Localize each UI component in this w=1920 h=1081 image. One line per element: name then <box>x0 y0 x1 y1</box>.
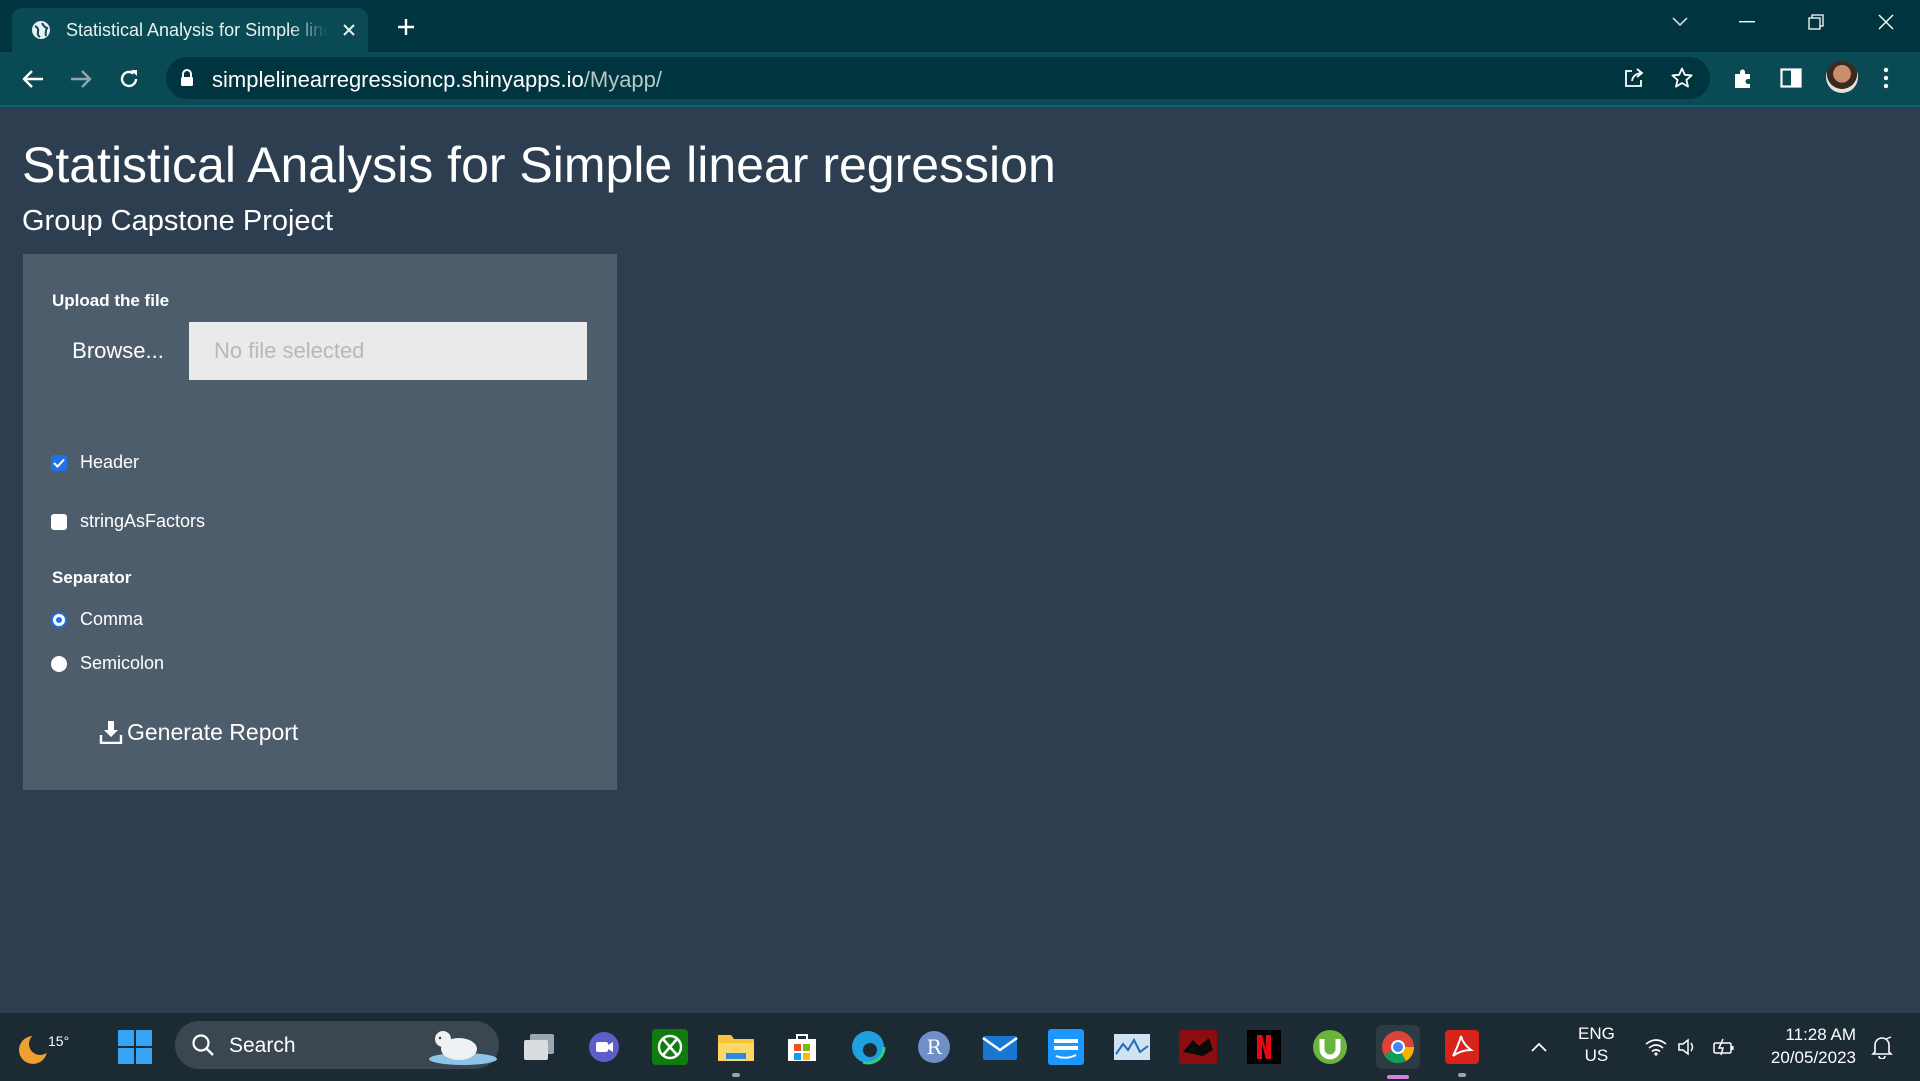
radio-semicolon[interactable] <box>51 655 67 672</box>
show-hidden-icons-chevron-up-icon[interactable] <box>1519 1027 1559 1067</box>
edge-browser-icon[interactable] <box>848 1027 888 1067</box>
bookmark-star-icon[interactable] <box>1670 66 1694 90</box>
clock-date: 20/05/2023 <box>1770 1048 1856 1067</box>
resource-monitor-icon[interactable] <box>1112 1027 1152 1067</box>
notification-bell-icon[interactable] <box>1862 1027 1902 1067</box>
taskbar: 15° Search R ENG US 11:28 AM 20/05/2023 <box>0 1012 1920 1081</box>
header-checkbox[interactable] <box>51 454 67 471</box>
more-menu-icon[interactable] <box>1873 65 1899 91</box>
region-code: US <box>1584 1046 1609 1065</box>
running-indicator <box>1458 1073 1466 1077</box>
xbox-icon[interactable] <box>650 1027 690 1067</box>
header-checkbox-label: Header <box>80 452 140 472</box>
radio-comma-row[interactable]: Comma <box>51 609 143 630</box>
start-windows-icon[interactable] <box>115 1027 155 1067</box>
file-explorer-icon[interactable] <box>716 1027 756 1077</box>
url-text[interactable]: simplelinearregressioncp.shinyapps.io/My… <box>212 67 662 93</box>
file-name-field[interactable] <box>189 322 587 380</box>
taskbar-search[interactable]: Search <box>175 1021 499 1069</box>
radio-comma[interactable] <box>51 611 67 628</box>
weather-temperature: 15° <box>48 1033 70 1049</box>
stringsasfactors-checkbox[interactable] <box>51 513 67 530</box>
volume-icon[interactable] <box>1668 1027 1708 1067</box>
minimize-icon[interactable] <box>1727 8 1767 36</box>
download-icon <box>99 720 123 744</box>
weather-widget[interactable]: 15° <box>14 1025 69 1069</box>
game-app-icon[interactable] <box>1178 1027 1218 1067</box>
language-code: ENG <box>1578 1024 1615 1043</box>
weather-moon-icon <box>19 1033 50 1064</box>
tab-title: Statistical Analysis for Simple linear r… <box>66 19 328 40</box>
radio-semicolon-row[interactable]: Semicolon <box>51 653 164 674</box>
system-clock[interactable]: 11:28 AM 20/05/2023 <box>1760 1023 1856 1069</box>
side-panel-icon[interactable] <box>1778 65 1804 91</box>
browser-toolbar: simplelinearregressioncp.shinyapps.io/My… <box>0 52 1920 107</box>
browse-button[interactable]: Browse... <box>51 322 185 380</box>
profile-avatar[interactable] <box>1826 61 1858 93</box>
separator-label: Separator <box>52 568 132 587</box>
task-view-icon[interactable] <box>519 1027 559 1067</box>
stringsasfactors-checkbox-label: stringAsFactors <box>80 511 206 531</box>
r-language-icon[interactable]: R <box>914 1027 954 1067</box>
page-subtitle: Group Capstone Project <box>22 205 334 237</box>
header-checkbox-row[interactable]: Header <box>51 452 139 473</box>
restore-icon[interactable] <box>1796 8 1836 36</box>
forward-arrow-icon[interactable] <box>66 64 96 94</box>
url-host: simplelinearregressioncp.shinyapps.io <box>212 67 584 92</box>
browser-tabstrip: Statistical Analysis for Simple linear r… <box>0 0 1920 52</box>
search-icon <box>192 1034 214 1056</box>
svg-text:R: R <box>926 1035 942 1059</box>
polar-bear-icon <box>429 1031 497 1065</box>
chrome-taskbar-icon[interactable] <box>1376 1025 1420 1079</box>
battery-charging-icon[interactable] <box>1704 1027 1744 1067</box>
netflix-icon[interactable] <box>1244 1027 1284 1067</box>
lock-icon[interactable] <box>180 69 194 92</box>
globe-icon <box>30 19 52 41</box>
back-arrow-icon[interactable] <box>18 64 48 94</box>
radio-semicolon-label: Semicolon <box>80 653 165 673</box>
page-title: Statistical Analysis for Simple linear r… <box>22 137 1056 193</box>
teams-chat-icon[interactable] <box>584 1027 624 1067</box>
generate-report-label: Generate Report <box>127 718 299 745</box>
extensions-icon[interactable] <box>1730 65 1756 91</box>
reload-icon[interactable] <box>114 64 144 94</box>
search-label: Search <box>229 1034 296 1057</box>
stringsasfactors-checkbox-row[interactable]: stringAsFactors <box>51 511 205 532</box>
browser-tab[interactable]: Statistical Analysis for Simple linear r… <box>12 8 368 52</box>
mail-icon[interactable] <box>980 1027 1020 1067</box>
active-indicator <box>1387 1075 1409 1079</box>
generate-report-button[interactable]: Generate Report <box>73 712 310 752</box>
clock-time: 11:28 AM <box>1785 1025 1856 1044</box>
close-tab-icon[interactable] <box>338 19 360 41</box>
url-path: /Myapp/ <box>583 67 663 92</box>
new-tab-icon[interactable] <box>392 13 420 41</box>
sidebar-panel: Upload the file Browse... Header stringA… <box>23 254 617 790</box>
prime-video-icon[interactable] <box>1046 1027 1086 1067</box>
share-icon[interactable] <box>1622 66 1646 90</box>
acrobat-icon[interactable] <box>1442 1027 1482 1077</box>
utorrent-icon[interactable] <box>1310 1027 1350 1067</box>
close-window-icon[interactable] <box>1866 8 1906 36</box>
upload-label: Upload the file <box>52 291 170 310</box>
microsoft-store-icon[interactable] <box>782 1027 822 1067</box>
tab-search-icon[interactable] <box>1660 8 1700 36</box>
radio-comma-label: Comma <box>80 609 144 629</box>
input-language[interactable]: ENG US <box>1578 1023 1615 1067</box>
running-indicator <box>732 1073 740 1077</box>
address-bar[interactable]: simplelinearregressioncp.shinyapps.io/My… <box>166 57 1710 99</box>
